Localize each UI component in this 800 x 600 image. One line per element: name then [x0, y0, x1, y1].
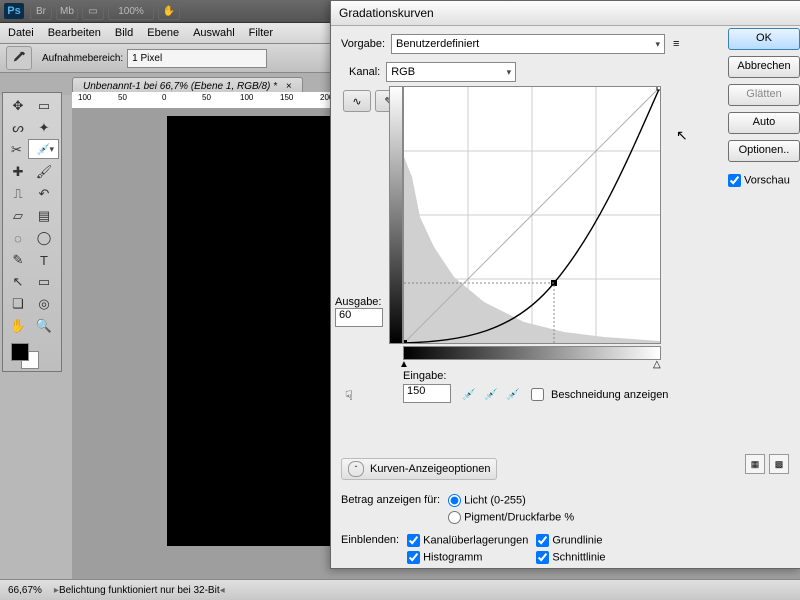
channel-select[interactable]: RGB [386, 62, 516, 82]
cancel-button[interactable]: Abbrechen [728, 56, 800, 78]
bridge-icon[interactable]: Br [30, 2, 52, 20]
crop-tool[interactable]: ✂ [5, 139, 28, 161]
3d-tool[interactable]: ❏ [5, 293, 31, 315]
heal-tool[interactable]: ✚ [5, 161, 31, 183]
dialog-titlebar[interactable]: Gradationskurven [331, 1, 800, 26]
intersection-checkbox[interactable] [536, 551, 549, 564]
screenmode-icon[interactable]: ▭ [82, 2, 104, 20]
output-field[interactable]: 60 [335, 308, 383, 327]
path-tool[interactable]: ↖ [5, 271, 31, 293]
output-label: Ausgabe: [335, 296, 383, 308]
pen-tool[interactable]: ✎ [5, 249, 31, 271]
preset-label: Vorgabe: [341, 38, 385, 50]
menu-bild[interactable]: Bild [115, 27, 133, 39]
app-logo: Ps [4, 3, 24, 19]
curve-point-highlight[interactable] [657, 87, 660, 90]
sample-size-label: Aufnahmebereich: [42, 53, 123, 64]
dialog-buttons: OK Abbrechen Glätten Auto Optionen.. Vor… [728, 28, 800, 187]
gradient-tool[interactable]: ▤ [31, 205, 57, 227]
on-image-adjust-icon[interactable]: ☟ [345, 388, 353, 404]
curve-point-mode[interactable]: ∿ [343, 90, 371, 112]
status-message: Belichtung funktioniert nur bei 32-Bit [59, 585, 220, 596]
status-zoom[interactable]: 66,67% [8, 585, 42, 596]
amount-pigment-label: Pigment/Druckfarbe % [464, 511, 574, 523]
lasso-tool[interactable]: ᔕ [5, 117, 31, 139]
input-gradient [403, 346, 661, 360]
intersection-label: Schnittlinie [552, 551, 605, 563]
eyedropper-icon [12, 51, 26, 65]
color-swatches[interactable] [5, 341, 59, 369]
channel-overlays-label: Kanalüberlagerungen [423, 534, 528, 546]
stamp-tool[interactable]: ⎍ [5, 183, 31, 205]
amount-light-radio[interactable] [448, 494, 461, 507]
curve-point-shadow[interactable] [404, 340, 407, 343]
history-brush-tool[interactable]: ↶ [31, 183, 57, 205]
minibridge-icon[interactable]: Mb [56, 2, 78, 20]
auto-button[interactable]: Auto [728, 112, 800, 134]
histogram-checkbox[interactable] [407, 551, 420, 564]
ok-button[interactable]: OK [728, 28, 800, 50]
wand-tool[interactable]: ✦ [31, 117, 57, 139]
hand-icon[interactable]: ✋ [158, 2, 180, 20]
menu-bearbeiten[interactable]: Bearbeiten [48, 27, 101, 39]
toolbox: ✥▭ ᔕ✦ ✂💉 ✚🖌 ⎍↶ ▱▤ ◌◯ ✎T ↖▭ ❏◎ ✋🔍 [2, 92, 62, 372]
amount-light-label: Licht (0-255) [464, 494, 526, 506]
camera-tool[interactable]: ◎ [31, 293, 57, 315]
menu-filter[interactable]: Filter [249, 27, 273, 39]
close-tab-icon[interactable]: × [286, 81, 292, 92]
channel-overlays-checkbox[interactable] [407, 534, 420, 547]
status-bar: 66,67% ▸ Belichtung funktioniert nur bei… [0, 579, 800, 600]
hand-tool[interactable]: ✋ [5, 315, 31, 337]
menu-auswahl[interactable]: Auswahl [193, 27, 235, 39]
smooth-button[interactable]: Glätten [728, 84, 800, 106]
dodge-tool[interactable]: ◯ [31, 227, 57, 249]
eraser-tool[interactable]: ▱ [5, 205, 31, 227]
preview-checkbox[interactable] [728, 174, 741, 187]
shape-tool[interactable]: ▭ [31, 271, 57, 293]
baseline-checkbox[interactable] [536, 534, 549, 547]
white-slider[interactable]: △ [653, 359, 661, 370]
preset-menu-icon[interactable]: ≡ [673, 38, 679, 50]
chevron-up-icon: ˆ [348, 461, 364, 477]
grid-fine-icon[interactable]: ▩ [769, 454, 789, 474]
sample-size-select[interactable]: 1 Pixel [127, 49, 267, 68]
menu-datei[interactable]: Datei [8, 27, 34, 39]
histogram-label: Histogramm [423, 551, 482, 563]
display-options-expander[interactable]: ˆ Kurven-Anzeigeoptionen [341, 458, 497, 480]
amount-pigment-radio[interactable] [448, 511, 461, 524]
input-field[interactable]: 150 [403, 384, 451, 403]
options-button[interactable]: Optionen.. [728, 140, 800, 162]
show-label: Einblenden: [341, 534, 399, 564]
marquee-tool[interactable]: ▭ [31, 95, 57, 117]
gray-point-eyedropper[interactable]: 💉 [483, 386, 499, 402]
zoom-select[interactable]: 100% [108, 2, 154, 20]
input-label: Eingabe: [403, 370, 451, 382]
brush-tool[interactable]: 🖌 [31, 161, 57, 183]
eyedropper-tool[interactable]: 💉 [28, 139, 59, 159]
blur-tool[interactable]: ◌ [5, 227, 31, 249]
menu-ebene[interactable]: Ebene [147, 27, 179, 39]
baseline-label: Grundlinie [552, 534, 602, 546]
move-tool[interactable]: ✥ [5, 95, 31, 117]
show-clipping-checkbox[interactable] [531, 388, 544, 401]
channel-label: Kanal: [349, 66, 380, 78]
preset-select[interactable]: Benutzerdefiniert [391, 34, 665, 54]
amount-label: Betrag anzeigen für: [341, 494, 440, 506]
black-point-eyedropper[interactable]: 💉 [461, 386, 477, 402]
curve-graph[interactable] [403, 86, 661, 344]
zoom-tool[interactable]: 🔍 [31, 315, 57, 337]
current-tool-preview[interactable] [6, 46, 32, 70]
white-point-eyedropper[interactable]: 💉 [505, 386, 521, 402]
grid-coarse-icon[interactable]: ▦ [745, 454, 765, 474]
output-gradient [389, 86, 403, 344]
show-clipping-label: Beschneidung anzeigen [551, 389, 668, 401]
preview-label: Vorschau [744, 174, 790, 186]
black-slider[interactable]: ▲ [399, 359, 409, 370]
type-tool[interactable]: T [31, 249, 57, 271]
